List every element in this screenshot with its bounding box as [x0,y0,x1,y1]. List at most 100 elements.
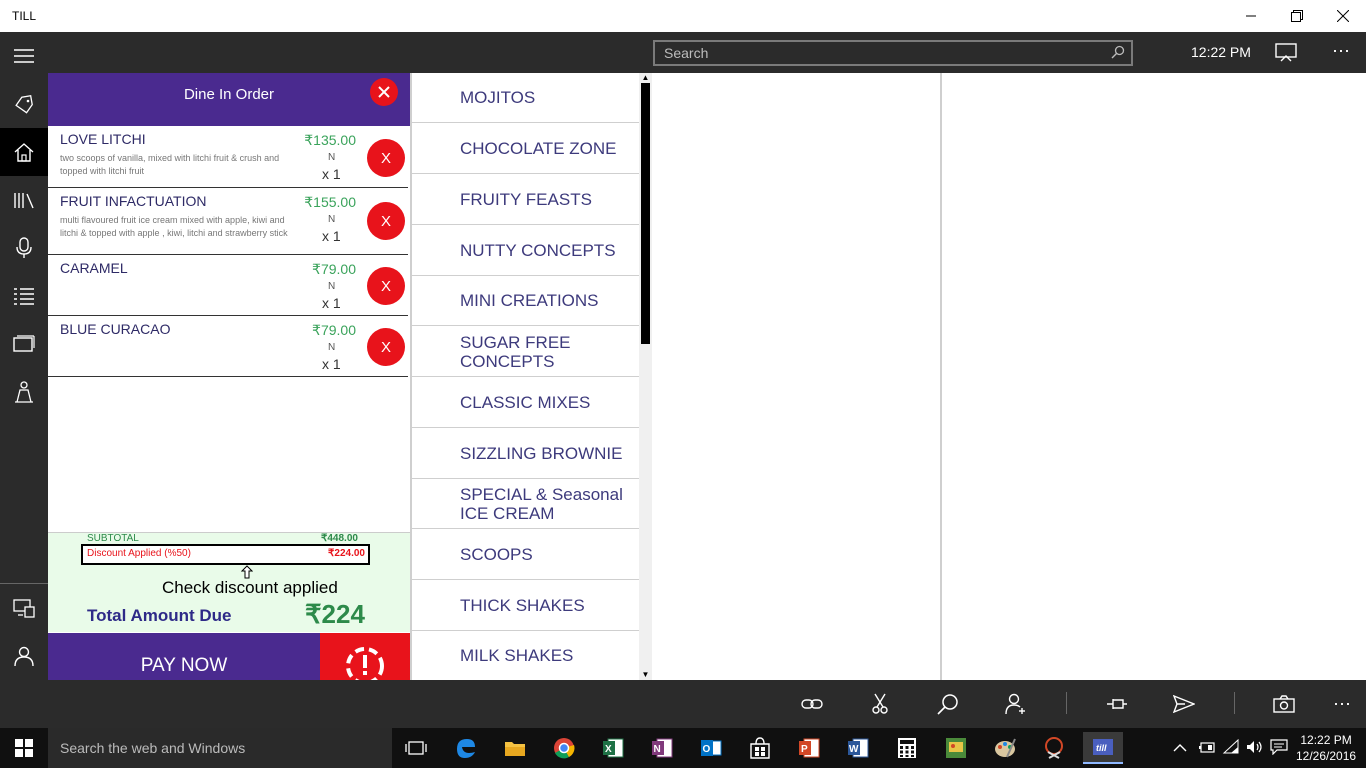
link-icon [801,699,823,709]
discount-row[interactable]: Discount Applied (%50) ₹224.00 [81,544,370,565]
more-commands-button[interactable]: ⋯ [1330,692,1354,716]
more-options-button[interactable]: ⋯ [1332,42,1350,60]
scroll-up-icon[interactable]: ▲ [641,73,650,82]
category-scrollbar[interactable]: ▲ ▼ [639,73,652,680]
item-price: ₹155.00 [304,194,356,210]
link-button[interactable] [800,692,824,716]
show-hidden-icons-button[interactable] [1173,740,1187,758]
nav-devices[interactable] [0,584,48,632]
chrome-app[interactable] [544,732,584,764]
close-window-button[interactable] [1320,0,1366,32]
category-item[interactable]: MILK SHAKES [412,631,639,680]
scrollbar-thumb[interactable] [641,83,650,344]
nav-account[interactable] [0,632,48,680]
pay-now-button[interactable]: PAY NOW [48,633,320,680]
nav-list[interactable] [0,272,48,320]
close-icon [378,86,390,98]
find-button[interactable] [936,692,960,716]
camera-button[interactable] [1272,692,1296,716]
task-view-button[interactable] [396,732,436,764]
item-quantity: x 1 [322,166,341,182]
content-divider [940,73,942,680]
category-item[interactable]: CLASSIC MIXES [412,378,639,428]
scroll-down-icon[interactable]: ▼ [641,670,650,679]
alert-button[interactable] [320,633,410,680]
order-item[interactable]: BLUE CURACAO ₹79.00 N x 1 X [48,316,408,377]
wifi-icon[interactable] [1222,738,1240,760]
volume-icon[interactable] [1246,740,1264,759]
category-label: SCOOPS [460,545,533,564]
station-icon [15,381,33,403]
onenote-app[interactable]: N [642,732,682,764]
remove-item-button[interactable]: X [367,267,405,305]
order-item[interactable]: CARAMEL ₹79.00 N x 1 X [48,255,408,316]
taskbar-search-input[interactable]: Search the web and Windows [48,728,392,768]
category-item[interactable]: CHOCOLATE ZONE [412,124,639,174]
nav-home[interactable] [0,128,48,176]
file-explorer-app[interactable] [495,732,535,764]
taskbar-date: 12/26/2016 [1296,749,1357,763]
cancel-order-button[interactable] [370,78,398,106]
taskbar-clock[interactable]: 12:22 PM 12/26/2016 [1296,732,1356,764]
category-item[interactable]: MOJITOS [412,73,639,123]
battery-icon[interactable] [1198,740,1216,759]
item-name: LOVE LITCHI [60,131,146,147]
calculator-app[interactable] [887,732,927,764]
paint-palette-icon [995,738,1016,758]
category-item[interactable]: SCOOPS [412,530,639,580]
category-item[interactable]: SPECIAL & Seasonal ICE CREAM [412,479,639,529]
category-item[interactable]: THICK SHAKES [412,581,639,631]
category-item[interactable]: NUTTY CONCEPTS [412,226,639,276]
remove-item-button[interactable]: X [367,328,405,366]
order-item[interactable]: FRUIT INFACTUATION multi flavoured fruit… [48,188,408,255]
search-input[interactable]: Search [653,40,1133,66]
store-app[interactable] [740,732,780,764]
word-app[interactable]: W [838,732,878,764]
order-item[interactable]: LOVE LITCHI two scoops of vanilla, mixed… [48,126,408,188]
remove-item-button[interactable]: X [367,139,405,177]
search-icon[interactable] [1111,45,1125,62]
scissors-icon [872,693,888,714]
calculator-icon [898,738,916,758]
category-item[interactable]: MINI CREATIONS [412,276,639,326]
nav-library[interactable] [0,176,48,224]
outlook-app[interactable]: O [691,732,731,764]
nav-microphone[interactable] [0,224,48,272]
close-icon [1337,10,1349,22]
paint-app[interactable] [985,732,1025,764]
minimize-icon [1246,15,1256,17]
send-button[interactable] [1172,692,1196,716]
edge-app[interactable] [446,732,486,764]
category-item[interactable]: FRUITY FEASTS [412,175,639,225]
word-icon: W [848,738,869,758]
item-quantity: x 1 [322,228,341,244]
nav-screens[interactable] [0,320,48,368]
pin-button[interactable] [1105,692,1129,716]
order-summary: SUBTOTAL ₹448.00 Discount Applied (%50) … [48,532,410,632]
item-name: CARAMEL [60,260,128,276]
media-app[interactable] [936,732,976,764]
hamburger-menu-button[interactable] [0,32,48,80]
category-item[interactable]: SUGAR FREE CONCEPTS [412,327,639,377]
category-item[interactable]: SIZZLING BROWNIE [412,429,639,479]
till-app[interactable]: till [1083,732,1123,764]
cut-button[interactable] [868,692,892,716]
category-label: NUTTY CONCEPTS [460,241,616,260]
nav-tag[interactable] [0,80,48,128]
taskbar: Search the web and Windows X N O P W til… [0,728,1366,768]
project-button[interactable] [1275,42,1297,67]
minimize-button[interactable] [1228,0,1274,32]
restore-button[interactable] [1274,0,1320,32]
tag-icon [15,94,33,114]
excel-app[interactable]: X [593,732,633,764]
start-button[interactable] [0,728,48,768]
snipping-tool-icon [1045,737,1063,759]
notifications-icon[interactable] [1270,739,1288,760]
add-user-button[interactable] [1004,692,1028,716]
remove-item-button[interactable]: X [367,202,405,240]
project-icon [1275,43,1297,62]
snipping-tool-app[interactable] [1034,732,1074,764]
category-label: MINI CREATIONS [460,291,599,310]
powerpoint-app[interactable]: P [789,732,829,764]
nav-person-station[interactable] [0,368,48,416]
